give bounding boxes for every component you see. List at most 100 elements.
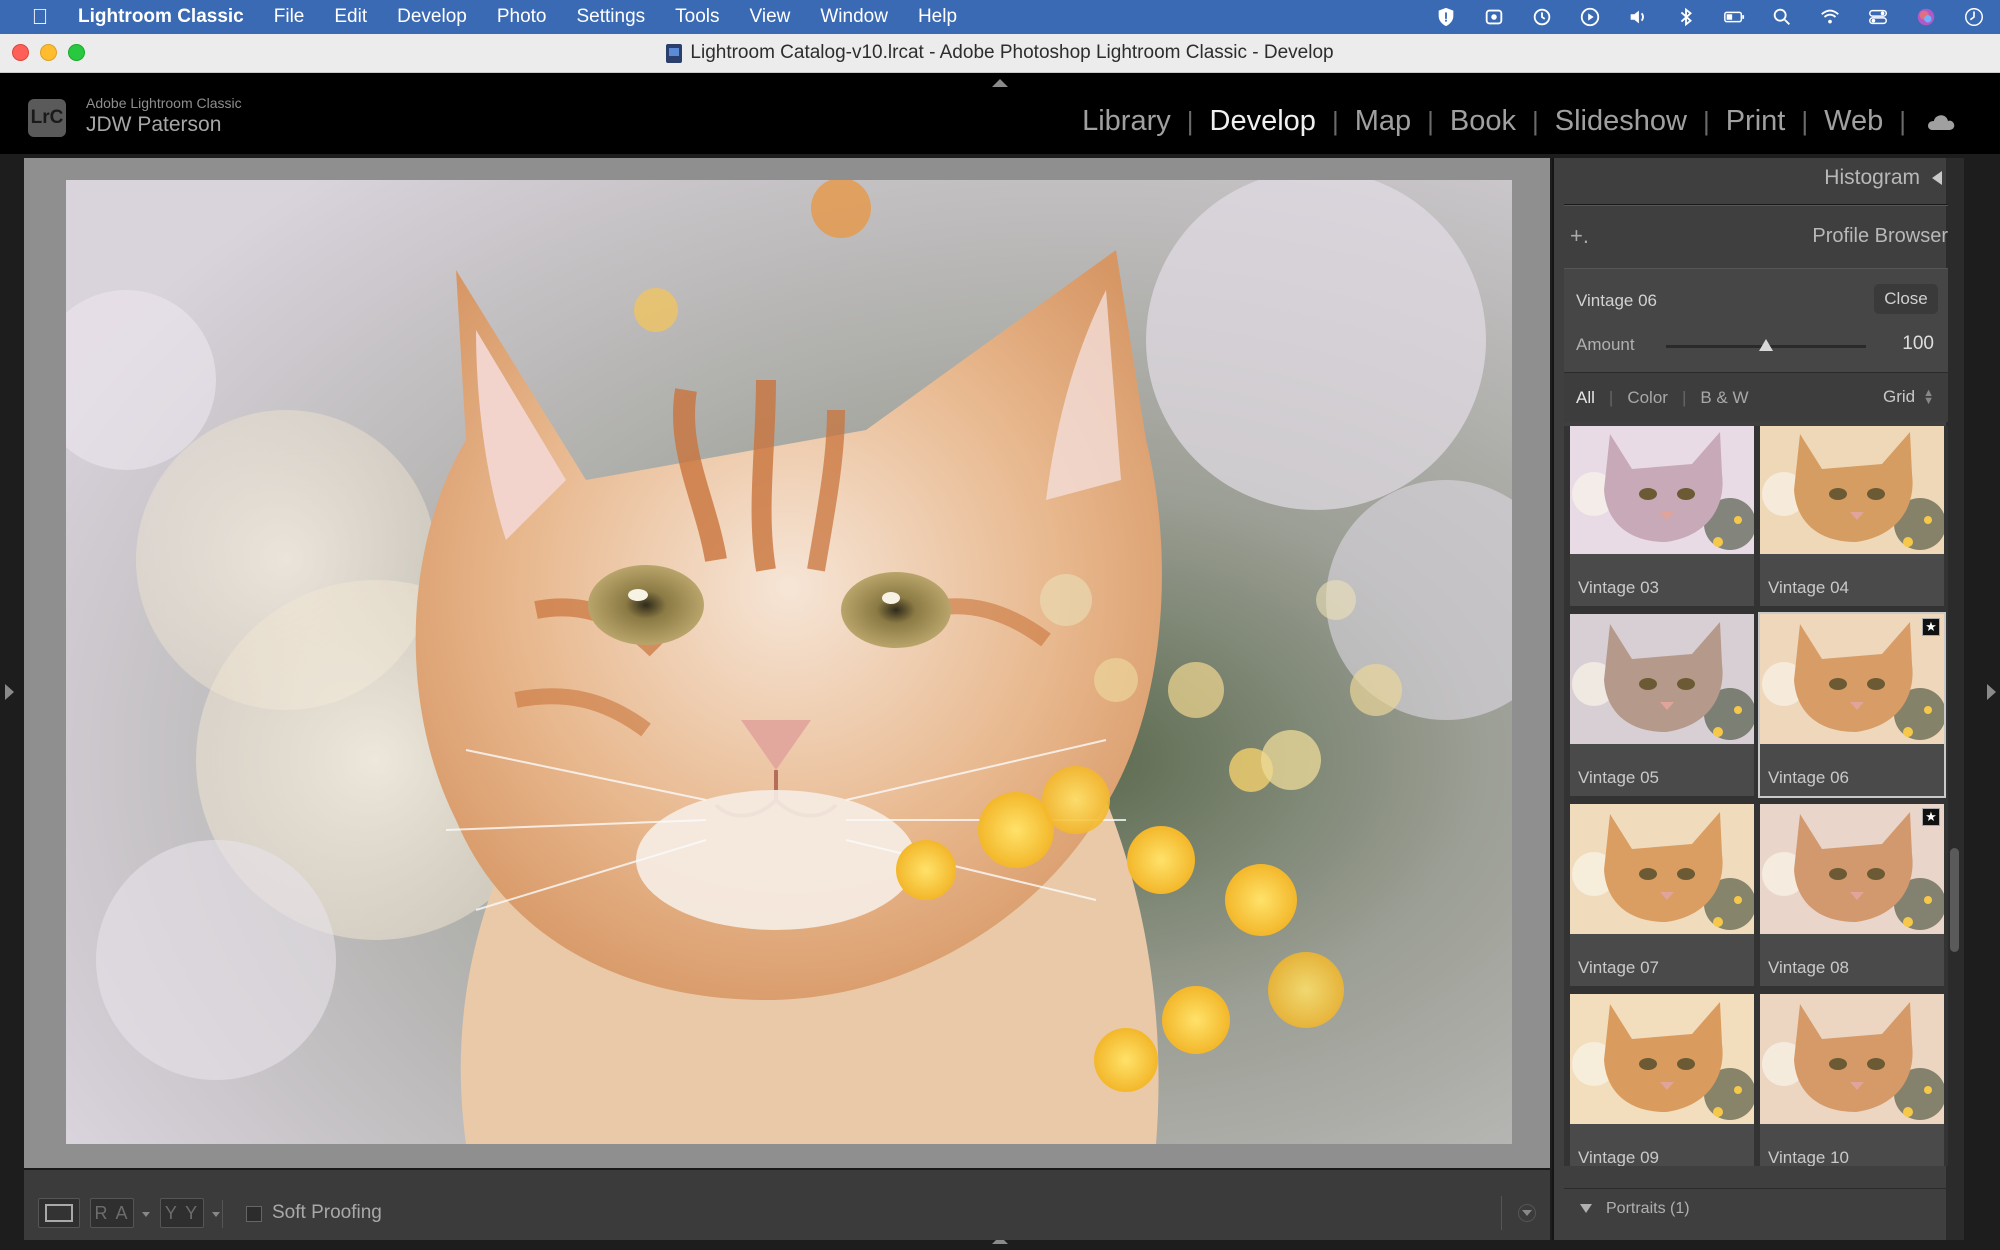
- profile-grid: Vintage 03 Vintage 04 Vintage 05 Vintage 06…: [1564, 426, 1948, 1166]
- panel-scrollbar[interactable]: [1946, 158, 1964, 1240]
- profile-tile[interactable]: Vintage 09: [1570, 994, 1754, 1166]
- close-profile-browser-button[interactable]: Close: [1874, 284, 1938, 314]
- menu-view[interactable]: View: [750, 6, 791, 28]
- left-panel-toggle-arrow-icon[interactable]: [5, 684, 14, 700]
- before-after-button[interactable]: R A: [90, 1198, 134, 1228]
- module-web[interactable]: Web: [1808, 105, 1899, 138]
- siri-icon[interactable]: [1914, 5, 1938, 29]
- search-icon[interactable]: [1770, 5, 1794, 29]
- menu-photo[interactable]: Photo: [497, 6, 547, 28]
- filter-all[interactable]: All: [1576, 388, 1595, 408]
- amount-value[interactable]: 100: [1902, 333, 1934, 355]
- menu-help[interactable]: Help: [918, 6, 957, 28]
- module-map[interactable]: Map: [1339, 105, 1427, 138]
- view-mode-select[interactable]: Grid ▲ ▼: [1883, 387, 1934, 407]
- profile-thumbnail: [1760, 994, 1944, 1124]
- profile-filter-row: All | Color | B & W Grid ▲ ▼: [1564, 372, 1948, 422]
- vpn-icon[interactable]: [1482, 5, 1506, 29]
- cloud-sync-icon[interactable]: [1924, 112, 1956, 132]
- menu-settings[interactable]: Settings: [577, 6, 646, 28]
- module-print[interactable]: Print: [1710, 105, 1802, 138]
- updown-arrows-icon: ▲ ▼: [1923, 387, 1934, 407]
- profile-tile[interactable]: Vintage 06 ★: [1758, 612, 1946, 798]
- filter-separator: |: [1608, 387, 1614, 407]
- module-separator: |: [1331, 106, 1339, 136]
- window-title-text: Lightroom Catalog-v10.lrcat - Adobe Phot…: [690, 42, 1334, 63]
- volume-icon[interactable]: [1626, 5, 1650, 29]
- play-icon[interactable]: [1578, 5, 1602, 29]
- clock-icon[interactable]: [1962, 5, 1986, 29]
- toolbar-divider: [1501, 1196, 1502, 1230]
- profile-tile[interactable]: Vintage 07: [1570, 804, 1754, 986]
- menu-file[interactable]: File: [274, 6, 305, 28]
- filter-color[interactable]: Color: [1627, 388, 1668, 408]
- before-after-swap-button[interactable]: Y Y: [160, 1198, 204, 1228]
- profile-tile[interactable]: Vintage 05: [1570, 614, 1754, 796]
- top-panel-toggle-arrow-icon[interactable]: [992, 79, 1008, 87]
- favorite-star-icon[interactable]: ★: [1922, 808, 1940, 826]
- scrollbar-thumb[interactable]: [1950, 848, 1959, 952]
- profile-tile[interactable]: Vintage 04: [1760, 426, 1944, 606]
- profile-tile[interactable]: Vintage 08 ★: [1760, 804, 1944, 986]
- profile-thumbnail: [1570, 994, 1754, 1124]
- cat-photo-image: [66, 180, 1512, 1144]
- menu-window[interactable]: Window: [820, 6, 888, 28]
- wifi-icon[interactable]: [1818, 5, 1842, 29]
- filter-separator: |: [1681, 387, 1687, 407]
- apple-icon[interactable]: : [26, 4, 54, 30]
- histogram-collapse-icon[interactable]: [1932, 171, 1942, 185]
- before-after-caret-icon[interactable]: [142, 1212, 150, 1217]
- profile-tile-label: Vintage 03: [1578, 578, 1659, 597]
- profile-tile-label: Vintage 09: [1578, 1148, 1659, 1166]
- module-book[interactable]: Book: [1434, 105, 1532, 138]
- profile-amount-box: Vintage 06 Close Amount 100: [1564, 268, 1948, 372]
- menu-app-name[interactable]: Lightroom Classic: [78, 6, 244, 28]
- right-panel-toggle-arrow-icon[interactable]: [1987, 684, 1996, 700]
- favorite-star-icon[interactable]: ★: [1922, 618, 1940, 636]
- module-develop[interactable]: Develop: [1194, 105, 1332, 138]
- portraits-group-label: Portraits (1): [1606, 1199, 1690, 1217]
- toolbar-content-dropdown[interactable]: [1518, 1204, 1536, 1222]
- battery-icon[interactable]: [1722, 5, 1746, 29]
- profile-tile-label: Vintage 07: [1578, 958, 1659, 977]
- swap-caret-icon[interactable]: [212, 1212, 220, 1217]
- develop-workspace: R A Y Y Soft Proofing Histogram +. Profi…: [0, 154, 2000, 1250]
- traffic-lights: [12, 44, 85, 61]
- loupe-view-button[interactable]: [38, 1198, 80, 1228]
- shield-icon[interactable]: [1434, 5, 1458, 29]
- view-mode-label: Grid: [1882, 387, 1916, 406]
- catalog-document-icon: [666, 43, 683, 63]
- close-window-button[interactable]: [12, 44, 29, 61]
- profile-browser-title: Profile Browser: [1812, 224, 1948, 247]
- menu-edit[interactable]: Edit: [334, 6, 367, 28]
- chevron-down-icon: [1522, 1210, 1532, 1216]
- portraits-group-header[interactable]: Portraits (1): [1564, 1188, 1948, 1228]
- module-separator: |: [1801, 106, 1809, 136]
- add-profile-icon[interactable]: +.: [1564, 223, 1589, 249]
- maximize-window-button[interactable]: [68, 44, 85, 61]
- menu-bar:  Lightroom Classic File Edit Develop Ph…: [0, 0, 2000, 34]
- histogram-header[interactable]: Histogram: [1564, 158, 1948, 198]
- profile-thumbnail: [1760, 804, 1944, 934]
- photo-preview[interactable]: [66, 180, 1512, 1144]
- bluetooth-icon[interactable]: [1674, 5, 1698, 29]
- menu-develop[interactable]: Develop: [397, 6, 467, 28]
- module-slideshow[interactable]: Slideshow: [1539, 105, 1703, 138]
- soft-proofing-label: Soft Proofing: [272, 1202, 382, 1223]
- profile-thumbnail: [1570, 614, 1754, 744]
- module-separator: |: [1702, 106, 1710, 136]
- filter-bw[interactable]: B & W: [1700, 388, 1748, 408]
- image-canvas[interactable]: [24, 158, 1550, 1168]
- time-machine-icon[interactable]: [1530, 5, 1554, 29]
- minimize-window-button[interactable]: [40, 44, 57, 61]
- module-picker: Library | Develop | Map | Book | Slidesh…: [1066, 105, 1956, 138]
- menu-tools[interactable]: Tools: [675, 6, 719, 28]
- control-center-icon[interactable]: [1866, 5, 1890, 29]
- amount-slider-thumb[interactable]: [1759, 339, 1773, 351]
- profile-tile[interactable]: Vintage 10: [1760, 994, 1944, 1166]
- soft-proofing-checkbox[interactable]: [246, 1206, 262, 1222]
- expand-triangle-icon[interactable]: [1580, 1204, 1592, 1213]
- module-library[interactable]: Library: [1066, 105, 1187, 138]
- window-titlebar: Lightroom Catalog-v10.lrcat - Adobe Phot…: [0, 34, 2000, 73]
- profile-tile[interactable]: Vintage 03: [1570, 426, 1754, 606]
